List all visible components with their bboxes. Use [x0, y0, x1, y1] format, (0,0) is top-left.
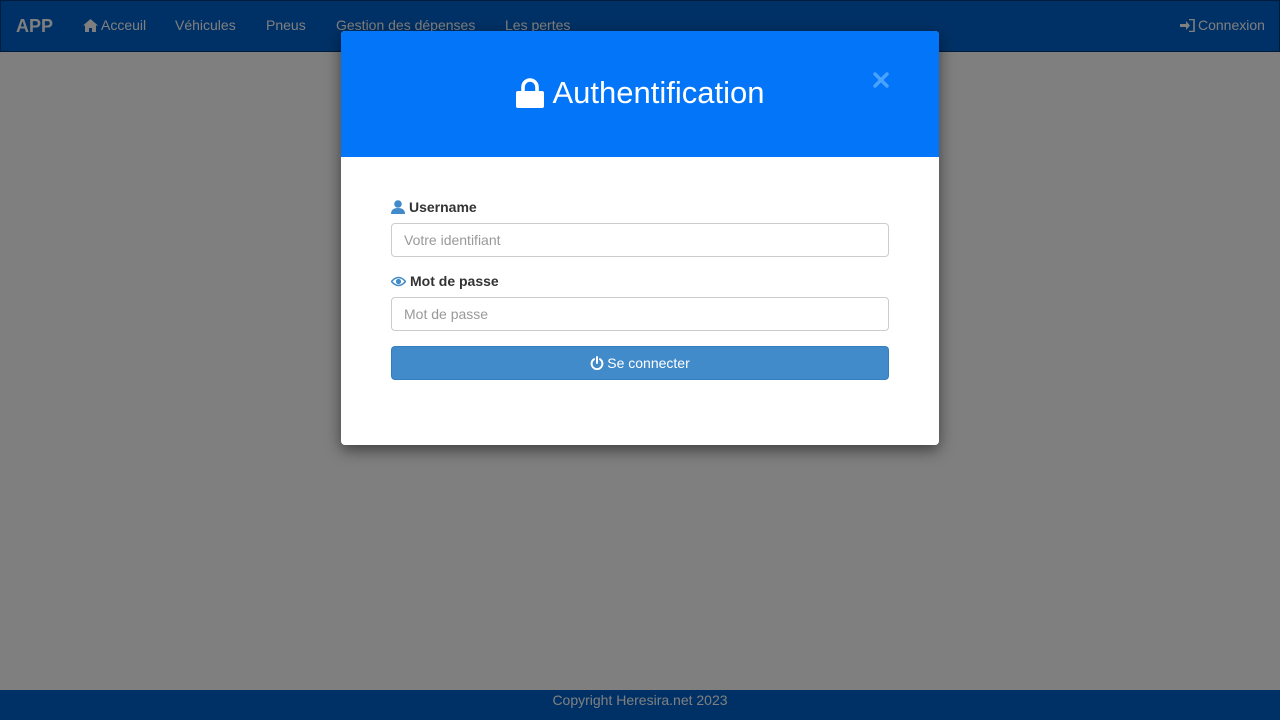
login-modal: Authentification Username Mot de passe S… [341, 31, 939, 445]
lock-icon [515, 78, 544, 108]
username-label: Username [391, 199, 477, 215]
password-label-text: Mot de passe [410, 273, 499, 289]
login-button-label: Se connecter [607, 355, 690, 371]
close-button[interactable] [870, 69, 892, 91]
login-button[interactable]: Se connecter [391, 346, 889, 380]
modal-title-text: Authentification [552, 75, 765, 110]
modal-header: Authentification [341, 31, 939, 157]
power-icon [590, 356, 604, 370]
username-label-text: Username [409, 199, 477, 215]
password-label: Mot de passe [391, 273, 499, 289]
username-input[interactable] [391, 223, 889, 257]
modal-title: Authentification [341, 75, 939, 111]
password-input[interactable] [391, 297, 889, 331]
close-icon [873, 72, 889, 88]
user-icon [391, 200, 405, 214]
eye-icon [391, 276, 406, 286]
